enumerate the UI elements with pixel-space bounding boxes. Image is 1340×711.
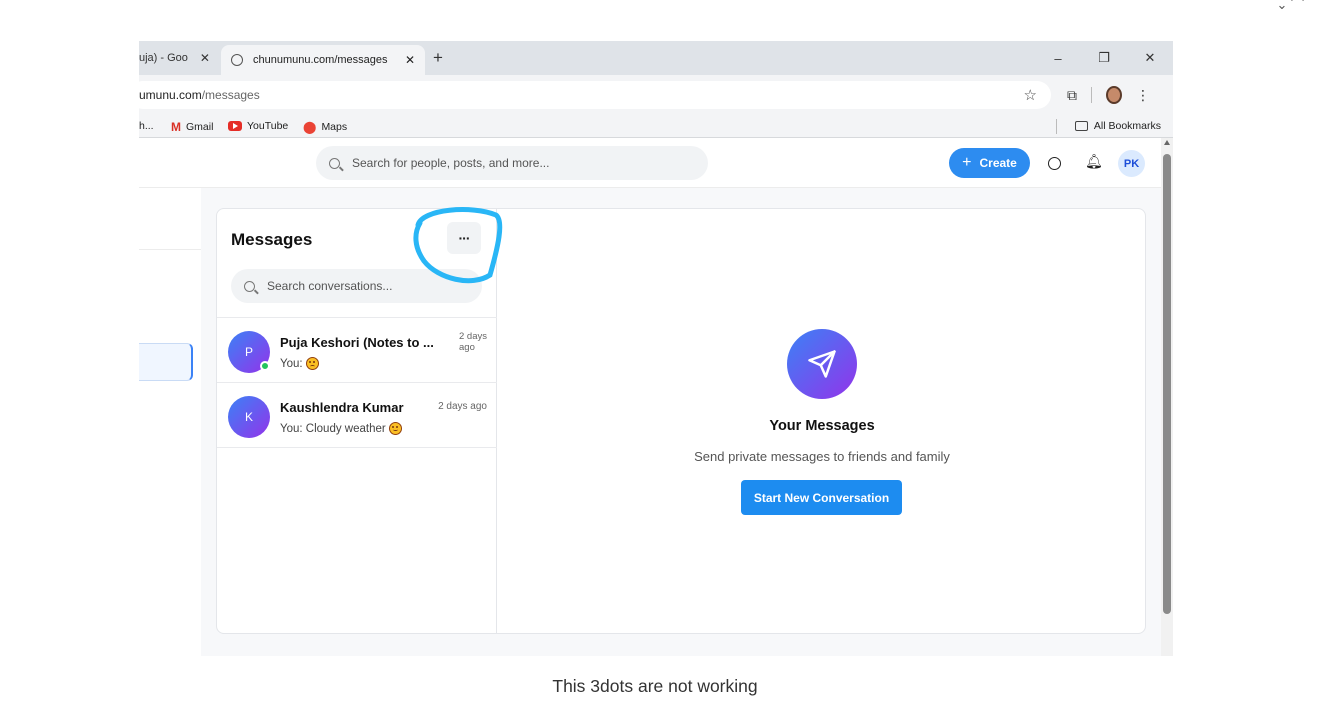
bookmark-youtube[interactable]: YouTube [228, 120, 288, 132]
conversation-name: Kaushlendra Kumar [280, 400, 404, 415]
page-scrollbar[interactable] [1161, 138, 1173, 656]
tab-previous-label: uja) - Goo [139, 52, 188, 64]
sidebar-item-active[interactable] [139, 343, 193, 381]
global-search-placeholder: Search for people, posts, and more... [352, 156, 550, 170]
bookmark-label: Gmail [186, 121, 214, 133]
online-status-dot [260, 361, 270, 371]
messages-title: Messages [231, 230, 313, 249]
all-bookmarks-label: All Bookmarks [1093, 120, 1161, 132]
empty-state-title: Your Messages [769, 418, 875, 434]
avatar: K [228, 396, 270, 438]
site-header: Search for people, posts, and more... + … [139, 138, 1173, 188]
user-avatar[interactable]: PK [1118, 150, 1145, 177]
window-controls: – ❐ ✕ [1035, 41, 1173, 75]
url-path: /messages [201, 88, 260, 102]
toolbar-divider [1091, 87, 1092, 103]
bookmarks-divider [1056, 119, 1057, 134]
sidebar-divider [139, 249, 201, 250]
maps-icon: ⬤ [303, 120, 317, 134]
bell-icon[interactable]: 🔔︎ [1085, 153, 1103, 170]
scroll-up-arrow-icon[interactable] [1164, 140, 1170, 145]
tab-strip: uja) - Goo ✕ chunumunu.com/messages ✕ + … [139, 41, 1173, 75]
conversation-item[interactable]: K Kaushlendra Kumar 2 days ago You: Clou… [217, 383, 497, 448]
globe-icon [231, 54, 243, 66]
url-host: umunu.com [139, 88, 202, 102]
browser-toolbar: ⧉ ⋮ [1067, 81, 1150, 109]
empty-state-subtitle: Send private messages to friends and fam… [694, 449, 950, 464]
restore-button[interactable]: ❐ [1081, 50, 1127, 66]
conversation-preview: You: [280, 357, 319, 370]
conversation-search-placeholder: Search conversations... [267, 279, 393, 293]
conversation-list: P Puja Keshori (Notes to ... 2 days ago … [217, 317, 497, 448]
conversation-preview-text: You: Cloudy weather [280, 422, 386, 435]
send-icon [787, 329, 857, 399]
browser-menu-icon[interactable]: ⋮ [1136, 87, 1150, 104]
empty-state: Your Messages Send private messages to f… [497, 209, 1145, 633]
bookmark-label: YouTube [247, 120, 289, 132]
bookmark-gmail[interactable]: M Gmail [171, 120, 213, 134]
bookmark-item[interactable]: h... [139, 120, 154, 132]
close-tab-icon[interactable]: ✕ [200, 51, 210, 65]
global-search-input[interactable]: Search for people, posts, and more... [316, 146, 708, 180]
search-icon [244, 280, 255, 292]
smile-face-emoji-icon [388, 422, 402, 435]
left-sidebar [139, 188, 201, 656]
address-bar: umunu.com/messages ☆ ⧉ ⋮ [139, 75, 1173, 115]
bookmark-label: Maps [321, 121, 348, 133]
chat-icon[interactable] [1048, 157, 1061, 170]
tab-messages-label: chunumunu.com/messages [253, 54, 388, 66]
minimize-button[interactable]: – [1035, 51, 1081, 66]
screenshot-caption: This 3dots are not working [552, 676, 758, 696]
tab-previous[interactable]: uja) - Goo ✕ [139, 41, 219, 75]
bookmark-maps[interactable]: ⬤ Maps [303, 120, 347, 134]
annotation-circle [413, 207, 503, 284]
all-bookmarks-button[interactable]: All Bookmarks [1074, 120, 1161, 132]
new-tab-button[interactable]: + [433, 48, 443, 68]
close-tab-icon[interactable]: ✕ [405, 53, 415, 67]
scrollbar-thumb[interactable] [1163, 154, 1171, 614]
bookmark-label: h... [139, 120, 154, 132]
conversation-time: 2 days ago [438, 401, 487, 412]
start-conversation-button[interactable]: Start New Conversation [741, 480, 902, 515]
create-button[interactable]: + Create [949, 148, 1030, 178]
extensions-icon[interactable]: ⧉ [1067, 87, 1077, 104]
conversation-name: Puja Keshori (Notes to ... [280, 335, 434, 350]
plus-icon: + [962, 154, 972, 171]
conversation-preview-text: You: [280, 357, 303, 370]
bookmark-star-icon[interactable]: ☆ [1024, 86, 1037, 104]
conversation-time: 2 days ago [459, 331, 487, 353]
gmail-icon: M [171, 120, 181, 134]
conversation-time-line2: ago [459, 342, 475, 353]
url-field[interactable]: umunu.com/messages ☆ [139, 81, 1051, 109]
web-page: Search for people, posts, and more... + … [139, 138, 1173, 656]
search-icon [329, 157, 340, 169]
tab-messages[interactable]: chunumunu.com/messages ✕ [221, 45, 425, 75]
folder-icon [1074, 121, 1088, 131]
profile-avatar[interactable] [1106, 86, 1122, 104]
close-window-button[interactable]: ✕ [1127, 50, 1173, 66]
create-label: Create [979, 156, 1017, 170]
browser-window: uja) - Goo ✕ chunumunu.com/messages ✕ + … [139, 41, 1173, 656]
conversation-item[interactable]: P Puja Keshori (Notes to ... 2 days ago … [217, 318, 497, 383]
bookmarks-bar: h... M Gmail YouTube ⬤ Maps All Bookmark… [139, 115, 1173, 138]
conversation-preview: You: Cloudy weather [280, 422, 402, 435]
sad-face-emoji-icon [305, 357, 319, 370]
youtube-icon [228, 121, 242, 131]
conversation-time-line1: 2 days [459, 331, 487, 342]
messages-panel: Messages ··· Search conversations... P P… [216, 208, 1146, 634]
cropped-corner-fragment: ⌄ ⌒ [1276, 0, 1304, 12]
